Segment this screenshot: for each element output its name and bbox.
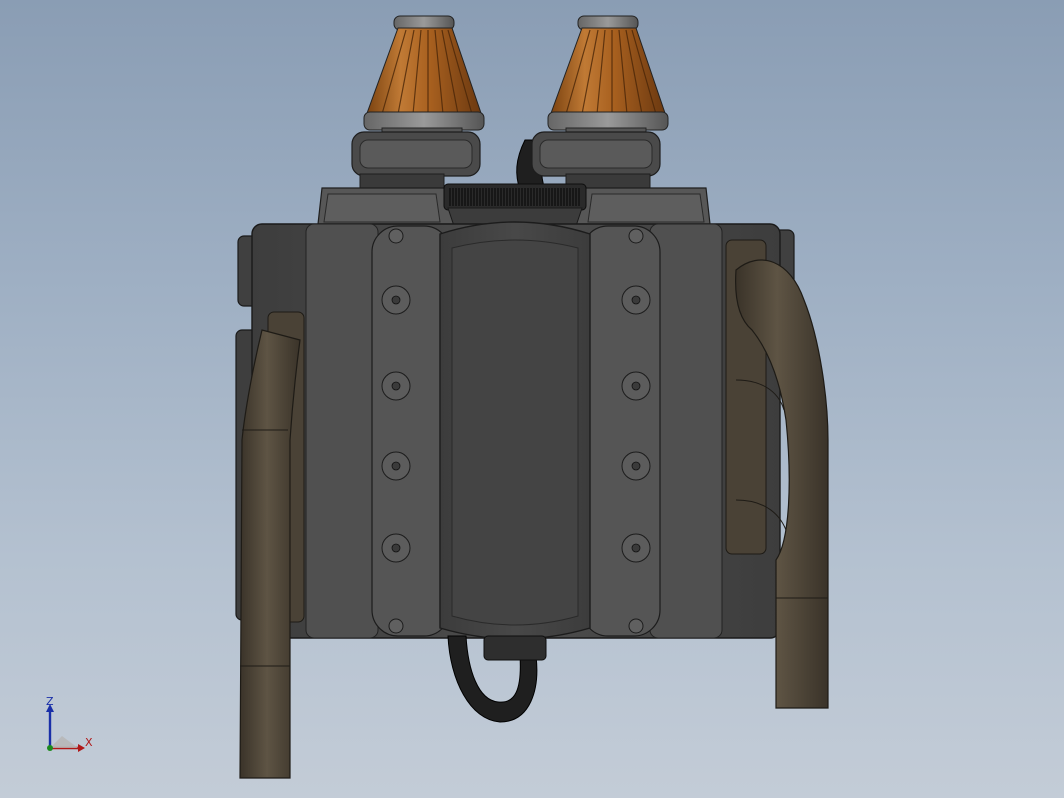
throttle-body-right[interactable]	[531, 131, 661, 191]
x-axis-arrow-icon	[78, 744, 85, 752]
engine-block[interactable]	[235, 221, 795, 640]
x-axis-label: X	[85, 736, 93, 749]
axis-triad[interactable]: Z X	[38, 695, 98, 756]
intake-plenum[interactable]	[317, 183, 711, 227]
z-axis-label: Z	[46, 696, 54, 708]
xy-plane-icon	[50, 736, 78, 748]
throttle-body-left[interactable]	[351, 131, 481, 191]
air-filter-left[interactable]	[363, 15, 485, 139]
air-filter-right[interactable]	[547, 15, 669, 139]
engine-model[interactable]	[0, 0, 1064, 798]
cad-viewport[interactable]: Z X	[0, 0, 1064, 798]
coolant-outlet[interactable]	[447, 635, 547, 723]
